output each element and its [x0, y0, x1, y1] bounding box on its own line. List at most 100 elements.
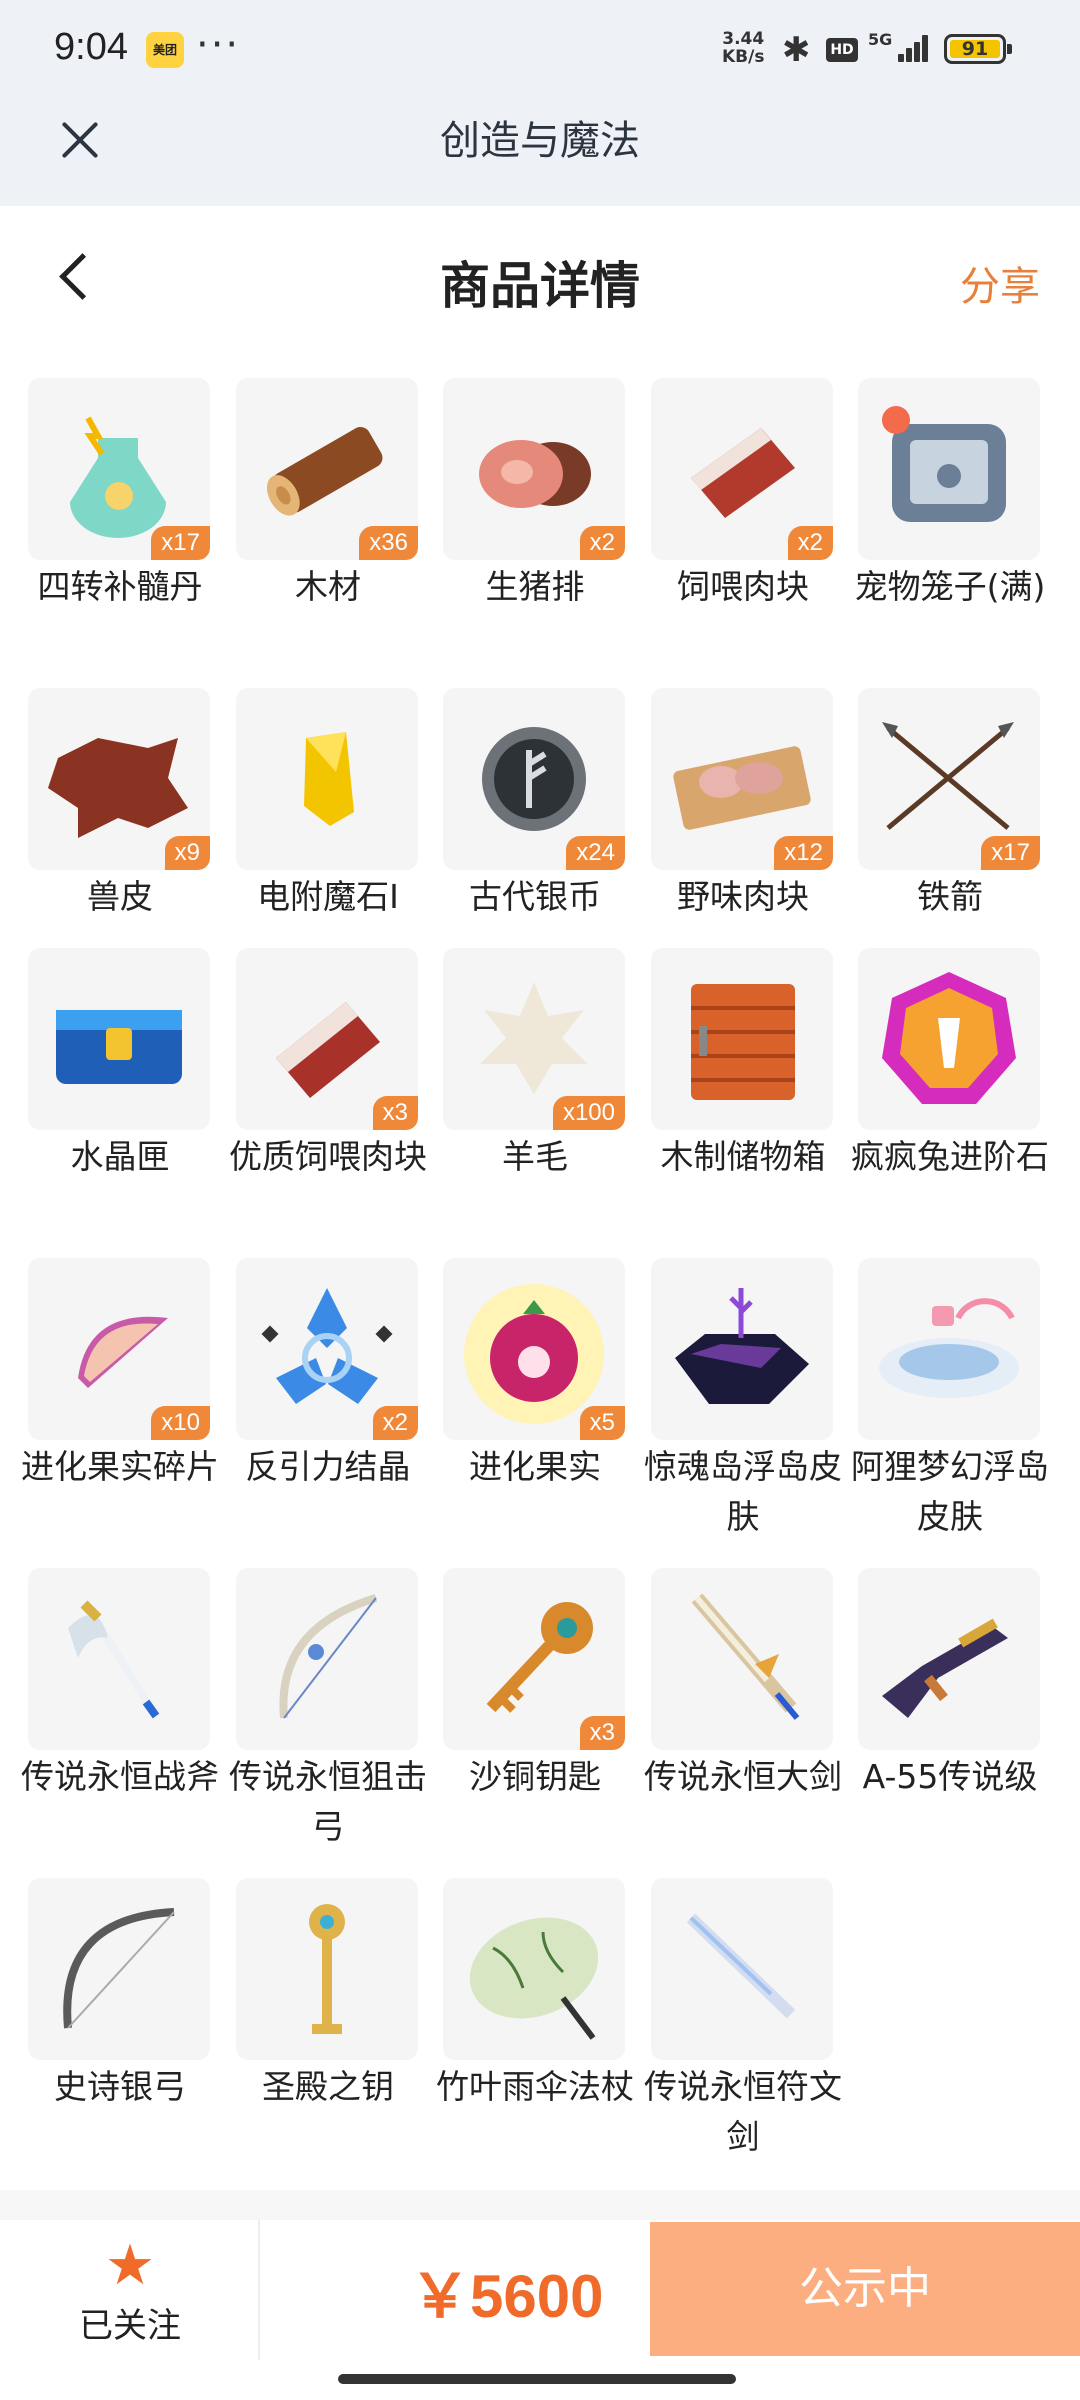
item-thumbnail — [858, 378, 1040, 560]
grid-item[interactable]: x12 野味肉块 — [651, 688, 835, 922]
share-button[interactable]: 分享 — [960, 254, 1040, 312]
quantity-badge: x17 — [981, 836, 1040, 870]
hd-icon: HD — [826, 38, 858, 62]
dark-island-icon — [675, 1288, 809, 1404]
grid-item[interactable]: 电附魔石I — [236, 688, 420, 922]
signal-icon — [890, 32, 930, 62]
temple-key-icon — [309, 1904, 345, 2034]
grid-item[interactable]: 传说永恒符文剑 — [644, 1878, 842, 2162]
item-thumbnail: x3 — [236, 948, 418, 1130]
item-thumbnail — [858, 1568, 1040, 1750]
status-button[interactable]: 公示中 — [650, 2222, 1080, 2356]
item-name: 木制储物箱 — [660, 1137, 826, 1176]
quantity-badge: x3 — [372, 1096, 418, 1130]
quantity-badge: x2 — [787, 526, 833, 560]
grid-item[interactable]: A-55传说级 — [858, 1568, 1042, 1802]
grid-item[interactable]: x2 反引力结晶 — [236, 1258, 420, 1492]
item-name: 沙铜钥匙 — [469, 1757, 601, 1796]
follow-button[interactable]: ★ 已关注 — [60, 2238, 200, 2347]
grid-item[interactable]: 传说永恒大剑 — [644, 1568, 842, 1802]
grid-item[interactable]: 阿狸梦幻浮岛皮肤 — [851, 1258, 1049, 1542]
grid-item[interactable]: 竹叶雨伞法杖 — [436, 1878, 634, 2112]
item-name: 传说永恒战斧 — [21, 1757, 219, 1796]
grid-item[interactable]: x36 木材 — [236, 378, 420, 612]
item-thumbnail — [28, 948, 210, 1130]
bluetooth-icon: ✱ — [782, 30, 811, 70]
page-title: 商品详情 — [440, 257, 640, 315]
item-thumbnail — [236, 1878, 418, 2060]
grid-item[interactable]: x2 饲喂肉块 — [651, 378, 835, 612]
item-name: A-55传说级 — [862, 1757, 1038, 1796]
grid-item[interactable]: 木制储物箱 — [651, 948, 835, 1182]
quantity-badge: x3 — [579, 1716, 625, 1750]
grid-item[interactable]: 水晶匣 — [28, 948, 212, 1182]
more-notifications-icon: ··· — [196, 22, 241, 68]
item-name: 疯疯兔进阶石 — [851, 1137, 1049, 1176]
quantity-badge: x2 — [372, 1406, 418, 1440]
item-thumbnail: x2 — [236, 1258, 418, 1440]
pet-cage-icon — [882, 406, 1006, 522]
item-name: 传说永恒大剑 — [644, 1757, 842, 1796]
item-thumbnail: x24 — [443, 688, 625, 870]
item-name: 兽皮 — [87, 877, 153, 916]
item-thumbnail — [858, 948, 1040, 1130]
grid-item[interactable]: x100 羊毛 — [443, 948, 627, 1182]
quantity-badge: x24 — [566, 836, 625, 870]
wooden-box-icon — [691, 984, 795, 1100]
item-name: 生猪排 — [485, 567, 585, 606]
item-name: 反引力结晶 — [245, 1447, 411, 1486]
quantity-badge: x17 — [151, 526, 210, 560]
item-name: 史诗银弓 — [54, 2067, 186, 2106]
item-thumbnail — [651, 1568, 833, 1750]
grid-item[interactable]: 惊魂岛浮岛皮肤 — [644, 1258, 842, 1542]
battle-axe-icon — [68, 1600, 160, 1719]
quantity-badge: x10 — [151, 1406, 210, 1440]
star-icon: ★ — [104, 2233, 156, 2298]
page-header: 商品详情 分享 — [0, 206, 1080, 348]
item-name: 优质饲喂肉块 — [229, 1137, 427, 1176]
item-name: 阿狸梦幻浮岛皮肤 — [851, 1447, 1049, 1536]
item-thumbnail: x17 — [858, 688, 1040, 870]
item-thumbnail: x100 — [443, 948, 625, 1130]
item-name: 惊魂岛浮岛皮肤 — [644, 1447, 842, 1536]
item-name: 竹叶雨伞法杖 — [436, 2067, 634, 2106]
item-thumbnail — [858, 1258, 1040, 1440]
quantity-badge: x100 — [552, 1096, 625, 1130]
grid-item[interactable]: x3 优质饲喂肉块 — [229, 948, 427, 1182]
item-thumbnail — [28, 1568, 210, 1750]
item-thumbnail — [28, 1878, 210, 2060]
quantity-badge: x9 — [164, 836, 210, 870]
grid-item[interactable]: 宠物笼子(满) — [855, 378, 1045, 612]
item-thumbnail — [443, 1878, 625, 2060]
meituan-icon: 美团 — [146, 32, 184, 68]
umbrella-staff-icon — [469, 1917, 599, 2040]
silver-bow-icon — [63, 1908, 175, 2029]
item-thumbnail: x12 — [651, 688, 833, 870]
item-name: 传说永恒狙击弓 — [229, 1757, 427, 1846]
app-header: 创造与魔法 — [0, 100, 1080, 206]
rune-sword-icon — [686, 1913, 796, 2019]
grid-item[interactable]: x10 进化果实碎片 — [21, 1258, 219, 1492]
rifle-icon — [882, 1618, 1008, 1718]
grid-item[interactable]: x3 沙铜钥匙 — [443, 1568, 627, 1802]
footer-divider — [258, 2220, 260, 2360]
grid-item[interactable]: x24 古代银币 — [443, 688, 627, 922]
grid-item[interactable]: x17 铁箭 — [858, 688, 1042, 922]
item-name: 羊毛 — [502, 1137, 568, 1176]
grid-item[interactable]: x5 进化果实 — [443, 1258, 627, 1492]
grid-item[interactable]: 圣殿之钥 — [236, 1878, 420, 2112]
item-thumbnail — [651, 948, 833, 1130]
grid-item[interactable]: x9 兽皮 — [28, 688, 212, 922]
grid-item[interactable]: 传说永恒狙击弓 — [229, 1568, 427, 1852]
grid-item[interactable]: 史诗银弓 — [28, 1878, 212, 2112]
grid-item[interactable]: 疯疯兔进阶石 — [851, 948, 1049, 1182]
grid-item[interactable]: 传说永恒战斧 — [21, 1568, 219, 1802]
grid-item[interactable]: x2 生猪排 — [443, 378, 627, 612]
item-name: 进化果实 — [469, 1447, 601, 1486]
item-name: 野味肉块 — [677, 877, 809, 916]
item-name: 电附魔石I — [257, 877, 399, 916]
quantity-badge: x12 — [774, 836, 833, 870]
grid-item[interactable]: x17 四转补髓丹 — [28, 378, 212, 612]
item-thumbnail — [236, 1568, 418, 1750]
quantity-badge: x5 — [579, 1406, 625, 1440]
